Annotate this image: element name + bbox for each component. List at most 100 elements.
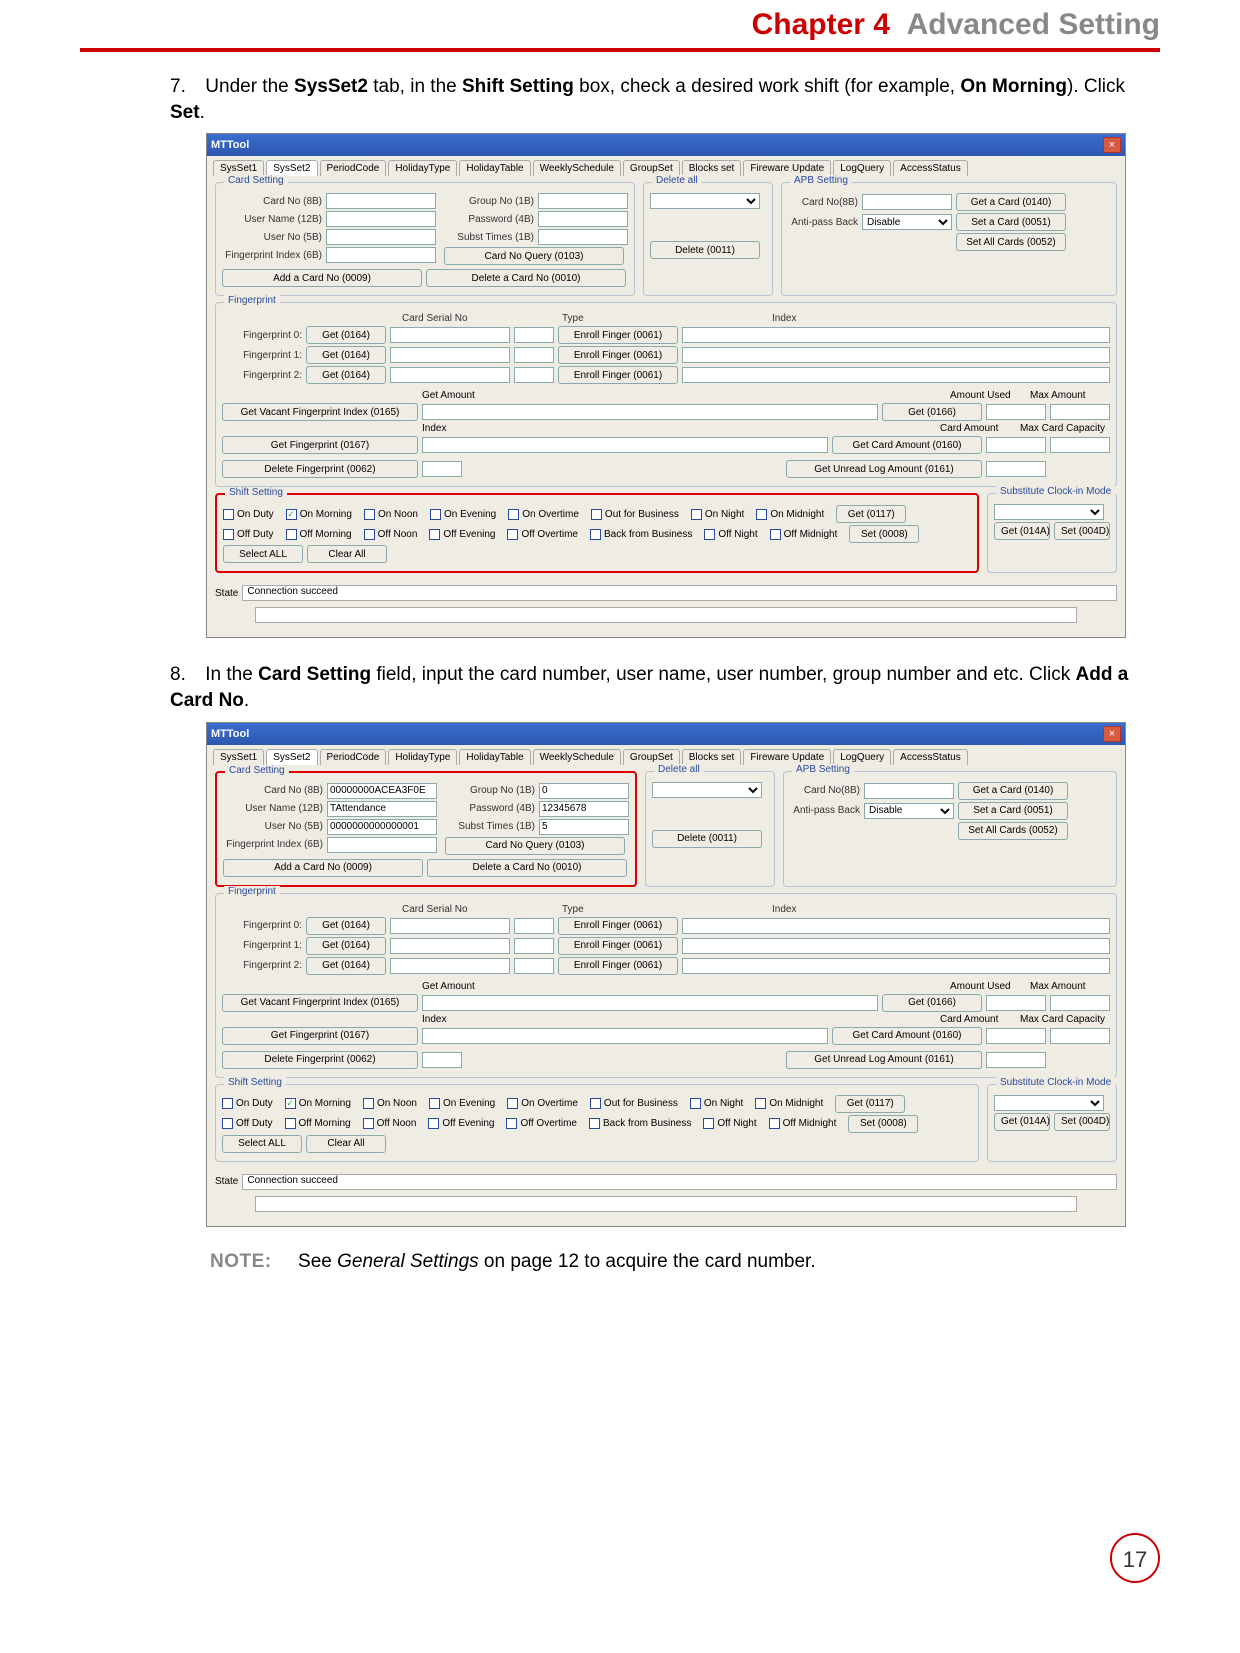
shift-checkbox[interactable]: Off Morning bbox=[286, 529, 352, 540]
shift-checkbox[interactable]: Off Overtime bbox=[507, 529, 578, 540]
shift-set-button[interactable]: Set (0008) bbox=[848, 1115, 918, 1133]
shift-checkbox[interactable]: Off Midnight bbox=[769, 1118, 837, 1129]
get-card-amount-button[interactable]: Get Card Amount (0160) bbox=[832, 436, 982, 454]
tab-periodcode[interactable]: PeriodCode bbox=[320, 160, 387, 176]
subst-times-field[interactable] bbox=[538, 229, 628, 245]
shift-checkbox[interactable]: ✓On Morning bbox=[286, 509, 352, 520]
delete-all-select[interactable] bbox=[650, 193, 760, 209]
fp-serial-field[interactable] bbox=[390, 367, 510, 383]
card-no-query-button[interactable]: Card No Query (0103) bbox=[444, 247, 624, 265]
max-amount-field[interactable] bbox=[1050, 995, 1110, 1011]
shift-checkbox[interactable]: On Night bbox=[690, 1098, 743, 1109]
close-icon[interactable]: × bbox=[1103, 137, 1121, 153]
shift-checkbox[interactable]: Back from Business bbox=[589, 1118, 691, 1129]
enroll-finger-button[interactable]: Enroll Finger (0061) bbox=[558, 366, 678, 384]
get-amount-field[interactable] bbox=[422, 995, 878, 1011]
fp-index-field[interactable] bbox=[682, 327, 1110, 343]
fp-serial-field[interactable] bbox=[390, 327, 510, 343]
fp-index-field[interactable] bbox=[682, 938, 1110, 954]
shift-checkbox[interactable]: Back from Business bbox=[590, 529, 692, 540]
shift-checkbox[interactable]: ✓On Morning bbox=[285, 1098, 351, 1109]
subst-set-button[interactable]: Set (004D) bbox=[1054, 522, 1110, 540]
delete-all-select[interactable] bbox=[652, 782, 762, 798]
delete-card-button[interactable]: Delete a Card No (0010) bbox=[427, 859, 627, 877]
shift-checkbox[interactable]: On Duty bbox=[223, 509, 274, 520]
apb-set-card-button[interactable]: Set a Card (0051) bbox=[956, 213, 1066, 231]
shift-checkbox[interactable]: On Noon bbox=[363, 1098, 417, 1109]
delete-all-button[interactable]: Delete (0011) bbox=[652, 830, 762, 848]
card-amount-field[interactable] bbox=[986, 437, 1046, 453]
shift-checkbox[interactable]: On Midnight bbox=[756, 509, 824, 520]
fp-get-button[interactable]: Get (0164) bbox=[306, 937, 386, 955]
tab-logquery[interactable]: LogQuery bbox=[833, 160, 891, 176]
antipass-select[interactable]: Disable bbox=[862, 214, 952, 230]
clear-all-button[interactable]: Clear All bbox=[306, 1135, 386, 1153]
unread-log-field[interactable] bbox=[986, 1052, 1046, 1068]
enroll-finger-button[interactable]: Enroll Finger (0061) bbox=[558, 917, 678, 935]
user-name-field[interactable] bbox=[327, 801, 437, 817]
tab-sysset1[interactable]: SysSet1 bbox=[213, 749, 264, 765]
delete-fp-index-field[interactable] bbox=[422, 1052, 462, 1068]
shift-checkbox[interactable]: Off Noon bbox=[364, 529, 418, 540]
apb-get-card-button[interactable]: Get a Card (0140) bbox=[958, 782, 1068, 800]
fp-type-field[interactable] bbox=[514, 327, 554, 343]
fp-get-button[interactable]: Get (0164) bbox=[306, 957, 386, 975]
apb-card-no-field[interactable] bbox=[862, 194, 952, 210]
shift-checkbox[interactable]: On Overtime bbox=[508, 509, 579, 520]
user-no-field[interactable] bbox=[326, 229, 436, 245]
apb-set-all-button[interactable]: Set All Cards (0052) bbox=[958, 822, 1068, 840]
fp-serial-field[interactable] bbox=[390, 938, 510, 954]
fp-type-field[interactable] bbox=[514, 367, 554, 383]
subst-get-button[interactable]: Get (014A) bbox=[994, 522, 1050, 540]
fp-type-field[interactable] bbox=[514, 347, 554, 363]
tab-groupset[interactable]: GroupSet bbox=[623, 749, 680, 765]
tab-holidaytable[interactable]: HolidayTable bbox=[459, 749, 530, 765]
delete-all-button[interactable]: Delete (0011) bbox=[650, 241, 760, 259]
shift-set-button[interactable]: Set (0008) bbox=[849, 525, 919, 543]
shift-checkbox[interactable]: On Evening bbox=[430, 509, 496, 520]
shift-checkbox[interactable]: Off Evening bbox=[429, 529, 495, 540]
card-no-field[interactable] bbox=[327, 783, 437, 799]
fp-type-field[interactable] bbox=[514, 938, 554, 954]
shift-checkbox[interactable]: On Duty bbox=[222, 1098, 273, 1109]
shift-checkbox[interactable]: Out for Business bbox=[590, 1098, 678, 1109]
clear-all-button[interactable]: Clear All bbox=[307, 545, 387, 563]
shift-checkbox[interactable]: Off Night bbox=[704, 529, 757, 540]
fp-get-button[interactable]: Get (0164) bbox=[306, 326, 386, 344]
tab-blocksset[interactable]: Blocks set bbox=[682, 160, 742, 176]
delete-fingerprint-button[interactable]: Delete Fingerprint (0062) bbox=[222, 1051, 418, 1069]
get-0166-button[interactable]: Get (0166) bbox=[882, 994, 982, 1012]
get-0166-button[interactable]: Get (0166) bbox=[882, 403, 982, 421]
fingerprint-index-field[interactable] bbox=[327, 837, 437, 853]
enroll-finger-button[interactable]: Enroll Finger (0061) bbox=[558, 937, 678, 955]
tab-periodcode[interactable]: PeriodCode bbox=[320, 749, 387, 765]
add-card-button[interactable]: Add a Card No (0009) bbox=[222, 269, 422, 287]
shift-checkbox[interactable]: Off Midnight bbox=[770, 529, 838, 540]
shift-checkbox[interactable]: On Overtime bbox=[507, 1098, 578, 1109]
shift-get-button[interactable]: Get (0117) bbox=[835, 1095, 905, 1113]
tab-weeklyschedule[interactable]: WeeklySchedule bbox=[533, 160, 621, 176]
get-amount-field[interactable] bbox=[422, 404, 878, 420]
unread-log-amount-button[interactable]: Get Unread Log Amount (0161) bbox=[786, 1051, 982, 1069]
max-card-cap-field[interactable] bbox=[1050, 1028, 1110, 1044]
group-no-field[interactable] bbox=[539, 783, 629, 799]
index-field[interactable] bbox=[422, 437, 828, 453]
fp-type-field[interactable] bbox=[514, 918, 554, 934]
fingerprint-index-field[interactable] bbox=[326, 247, 436, 263]
tab-groupset[interactable]: GroupSet bbox=[623, 160, 680, 176]
apb-set-all-button[interactable]: Set All Cards (0052) bbox=[956, 233, 1066, 251]
shift-checkbox[interactable]: Off Noon bbox=[363, 1118, 417, 1129]
tab-blocksset[interactable]: Blocks set bbox=[682, 749, 742, 765]
delete-card-button[interactable]: Delete a Card No (0010) bbox=[426, 269, 626, 287]
get-fingerprint-button[interactable]: Get Fingerprint (0167) bbox=[222, 1027, 418, 1045]
tab-holidaytype[interactable]: HolidayType bbox=[388, 749, 457, 765]
tab-firewareupdate[interactable]: Fireware Update bbox=[743, 160, 831, 176]
fp-serial-field[interactable] bbox=[390, 958, 510, 974]
fp-serial-field[interactable] bbox=[390, 918, 510, 934]
password-field[interactable] bbox=[538, 211, 628, 227]
add-card-button[interactable]: Add a Card No (0009) bbox=[223, 859, 423, 877]
shift-checkbox[interactable]: Off Morning bbox=[285, 1118, 351, 1129]
shift-checkbox[interactable]: On Noon bbox=[364, 509, 418, 520]
shift-checkbox[interactable]: Out for Business bbox=[591, 509, 679, 520]
tab-sysset2[interactable]: SysSet2 bbox=[266, 160, 317, 176]
